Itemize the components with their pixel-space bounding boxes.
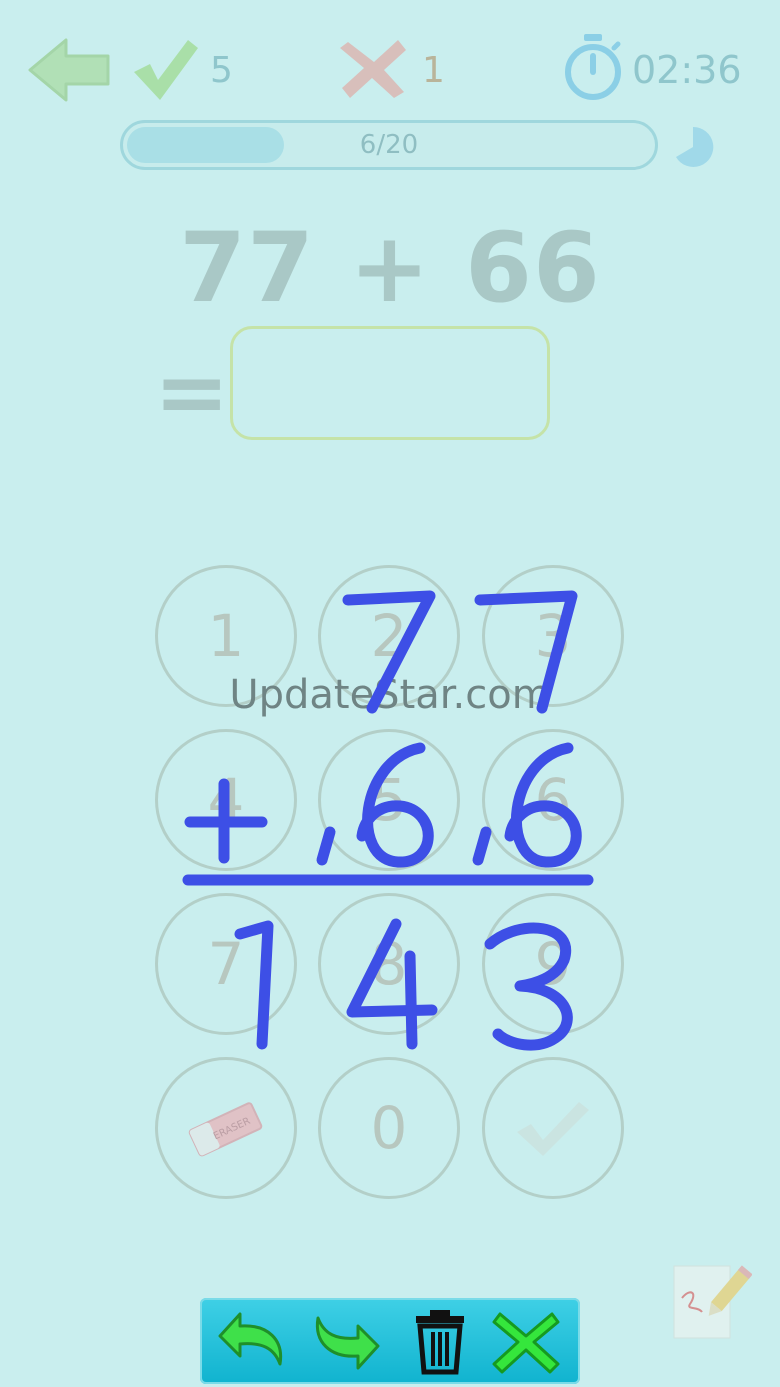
timer-value: 02:36 <box>632 48 742 92</box>
correct-count: 5 <box>210 50 233 91</box>
check-icon <box>130 36 200 102</box>
key-5[interactable]: 5 <box>318 729 460 871</box>
close-icon <box>492 1312 560 1374</box>
progress-bar: 6/20 <box>120 120 658 170</box>
question-expression: 77 + 66 <box>179 212 601 324</box>
submit-button[interactable] <box>482 1057 624 1199</box>
clear-button[interactable] <box>400 1306 480 1376</box>
equals-sign: = <box>154 340 230 445</box>
undo-button[interactable] <box>210 1306 290 1376</box>
redo-icon <box>315 1316 380 1370</box>
notepad-button[interactable] <box>668 1262 753 1342</box>
stopwatch-icon <box>562 32 624 100</box>
checkmark-icon <box>517 1102 589 1156</box>
key-7[interactable]: 7 <box>155 893 297 1035</box>
eraser-icon: ERASER <box>188 1102 263 1157</box>
close-drawing-button[interactable] <box>486 1306 566 1376</box>
watermark: UpdateStar.com <box>229 672 551 718</box>
key-4[interactable]: 4 <box>155 729 297 871</box>
eraser-button[interactable]: ERASER <box>155 1057 297 1199</box>
back-button[interactable] <box>26 34 114 106</box>
key-6[interactable]: 6 <box>482 729 624 871</box>
key-8[interactable]: 8 <box>318 893 460 1035</box>
key-0[interactable]: 0 <box>318 1057 460 1199</box>
drawing-toolbar <box>200 1298 580 1384</box>
wrong-count: 1 <box>422 50 445 91</box>
key-9[interactable]: 9 <box>482 893 624 1035</box>
cross-icon <box>340 38 408 100</box>
trash-icon <box>416 1310 464 1375</box>
back-arrow-icon <box>28 38 110 102</box>
notepad-pencil-icon <box>673 1265 753 1339</box>
redo-button[interactable] <box>308 1306 388 1376</box>
progress-label: 6/20 <box>359 130 419 160</box>
undo-icon <box>218 1312 283 1366</box>
answer-box[interactable] <box>230 326 550 440</box>
pie-icon <box>672 126 714 168</box>
